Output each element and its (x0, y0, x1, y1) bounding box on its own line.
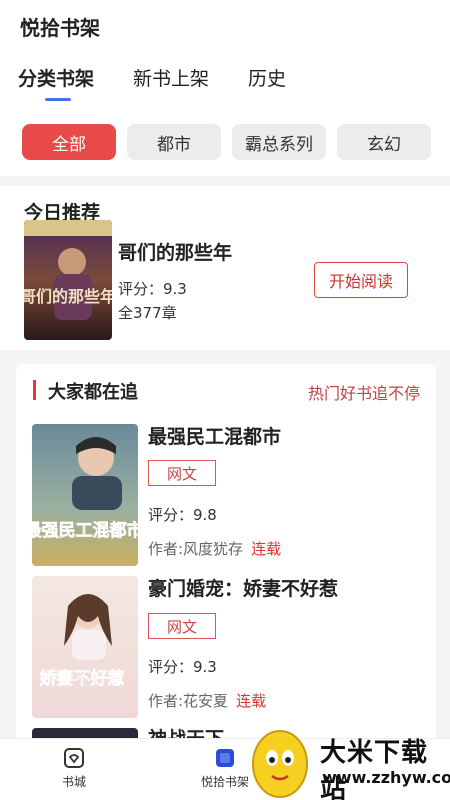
recommend-cover-text: 哥们的那些年 (24, 287, 112, 306)
tab-category-shelf[interactable]: 分类书架 (18, 64, 94, 91)
nav-bookstore-label: 书城 (61, 775, 86, 789)
active-tab-indicator (45, 98, 71, 101)
book-cover-2[interactable]: 娇妻不好惹 (32, 576, 138, 718)
book-title-2[interactable]: 豪门婚宠：娇妻不好惹 (148, 574, 338, 601)
recommend-book-score: 评分：9.3 (118, 280, 187, 298)
book-score-2: 评分：9.3 (148, 658, 217, 676)
today-recommend-section: 今日推荐 哥们的那些年 哥们的那些年 评分：9.3 全377章 开始阅读 (0, 186, 450, 350)
book-author-2: 作者:花安夏 (148, 692, 229, 710)
hot-more-link[interactable]: 热门好书追不停 (308, 380, 420, 404)
book-author-1: 作者:风度犹存 (148, 540, 244, 558)
category-chips: 全部 都市 霸总系列 玄幻 (0, 124, 450, 160)
chip-ceo-series[interactable]: 霸总系列 (232, 124, 326, 160)
chip-all[interactable]: 全部 (22, 124, 116, 160)
watermark-logo: 大米下载站 www.zzhyw.com (246, 722, 450, 800)
start-reading-button[interactable]: 开始阅读 (314, 262, 408, 298)
nav-bookshelf-label: 悦拾书架 (200, 775, 249, 789)
book-cover-text-1: 最强民工混都市 (32, 520, 138, 541)
book-author-row-2: 作者:花安夏 连载 (148, 690, 266, 711)
book-score-1: 评分：9.8 (148, 506, 217, 524)
watermark-url: www.zzhyw.com (322, 768, 450, 787)
top-header: 悦拾书架 分类书架 新书上架 历史 全部 都市 霸总系列 玄幻 (0, 0, 450, 176)
watermark-text: 大米下载站 (320, 738, 429, 800)
hot-section-title: 大家都在追 (48, 382, 138, 403)
recommend-book-title[interactable]: 哥们的那些年 (118, 238, 232, 265)
book-cover-text-2: 娇妻不好惹 (40, 668, 125, 689)
bookshelf-icon (216, 749, 234, 767)
bookstore-icon (64, 748, 84, 768)
book-title-1[interactable]: 最强民工混都市 (148, 422, 281, 449)
tab-new-books[interactable]: 新书上架 (133, 64, 209, 91)
hot-books-section: 大家都在追 热门好书追不停 最强民工混都市 最强民工混都市 网文 评分：9.8 … (16, 364, 436, 744)
chip-urban[interactable]: 都市 (127, 124, 221, 160)
tab-history[interactable]: 历史 (248, 64, 286, 91)
chip-fantasy[interactable]: 玄幻 (337, 124, 431, 160)
book-tag-1: 网文 (148, 460, 216, 486)
nav-bookstore[interactable]: 书城 (44, 747, 104, 790)
section-accent-bar (33, 380, 36, 400)
book-status-2: 连载 (236, 692, 267, 710)
book-tag-2: 网文 (148, 613, 216, 639)
book-status-1: 连载 (251, 540, 282, 558)
egg-mascot-icon (252, 730, 308, 798)
recommend-book-chapters: 全377章 (118, 304, 177, 322)
app-title: 悦拾书架 (20, 16, 100, 40)
book-author-row-1: 作者:风度犹存 连载 (148, 538, 281, 559)
book-cover-1[interactable]: 最强民工混都市 (32, 424, 138, 566)
recommend-book-cover[interactable]: 哥们的那些年 (24, 220, 112, 340)
